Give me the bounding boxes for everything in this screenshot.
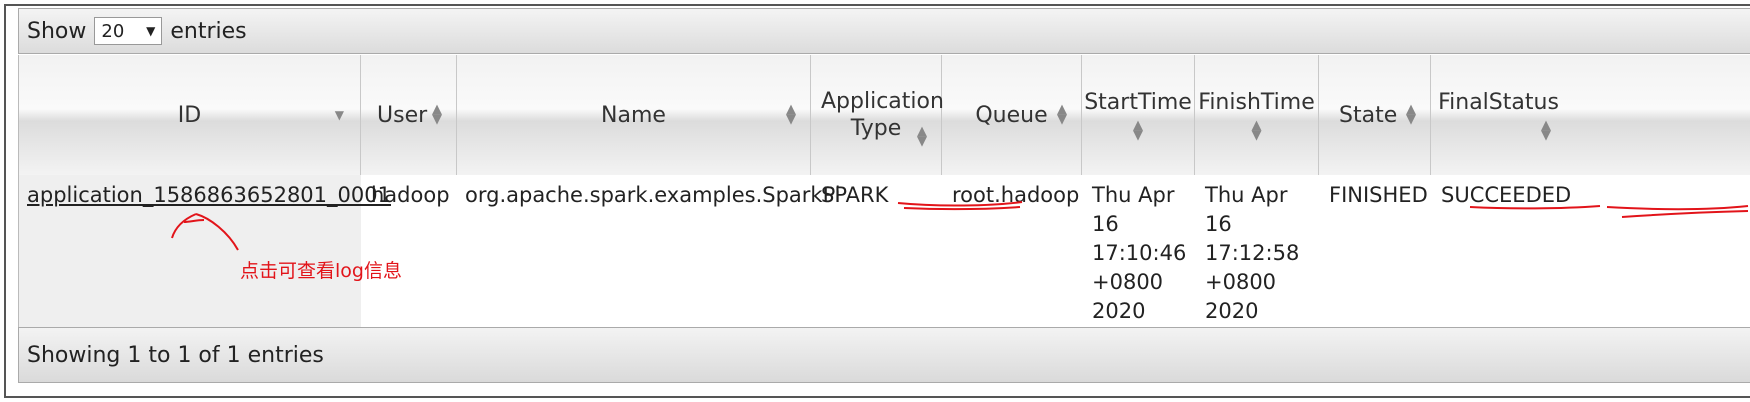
underline-finished-icon (1469, 205, 1601, 210)
annotation-note: 点击可查看log信息 (240, 260, 402, 282)
red-annotation-marks (171, 201, 1749, 251)
underline-succeeded-icon (1606, 205, 1749, 218)
annotation-arrowhead-icon (171, 213, 205, 239)
underline-spark-icon (897, 201, 1023, 211)
